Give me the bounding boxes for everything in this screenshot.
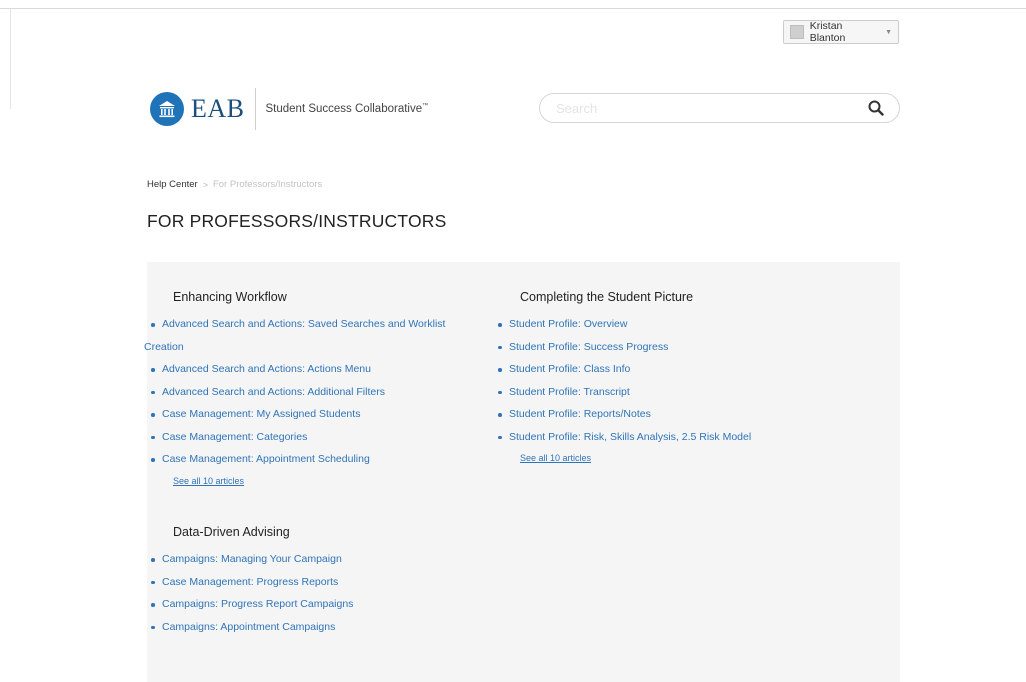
logo-divider [254,88,256,130]
see-all-articles-link[interactable]: See all 10 articles [520,453,591,463]
left-rule [10,9,11,109]
section-enhancing-workflow: Enhancing Workflow Advanced Search and A… [144,290,502,489]
article-list: Advanced Search and Actions: Saved Searc… [144,313,502,471]
article-link[interactable]: Case Management: Appointment Scheduling [151,448,502,471]
article-link[interactable]: Case Management: My Assigned Students [151,403,502,426]
article-list: Student Profile: Overview Student Profil… [498,313,849,448]
article-link[interactable]: Student Profile: Transcript [498,381,849,404]
breadcrumb: Help Center > For Professors/Instructors [147,179,322,190]
breadcrumb-home-link[interactable]: Help Center [147,179,198,190]
article-link[interactable]: Advanced Search and Actions: Saved Searc… [151,313,502,336]
eab-seal-icon [150,92,184,126]
section-title: Enhancing Workflow [173,290,287,304]
user-name: Kristan Blanton [809,20,846,44]
article-link[interactable]: Case Management: Progress Reports [151,571,502,594]
caret-down-icon: ▼ [885,28,892,36]
user-avatar-icon [790,25,804,39]
logo-tagline: Student Success Collaborative™ [265,103,429,115]
user-menu-button[interactable]: Kristan Blanton ▼ [783,20,899,44]
breadcrumb-separator: > [202,179,208,190]
article-link-continuation[interactable]: Creation [144,336,502,359]
search-input[interactable] [540,100,861,116]
article-link[interactable]: Student Profile: Risk, Skills Analysis, … [498,426,849,449]
section-title: Completing the Student Picture [520,290,694,304]
section-completing-student-picture: Completing the Student Picture Student P… [498,290,849,466]
article-list: Campaigns: Managing Your Campaign Case M… [151,548,502,638]
logo-wordmark: EAB [191,94,245,123]
page-title: FOR PROFESSORS/INSTRUCTORS [147,211,447,231]
search-box [539,93,900,123]
article-link[interactable]: Student Profile: Overview [498,313,849,336]
section-data-driven-advising: Data-Driven Advising Campaigns: Managing… [151,525,502,638]
article-link[interactable]: Advanced Search and Actions: Additional … [151,381,502,404]
article-link[interactable]: Student Profile: Reports/Notes [498,403,849,426]
article-link[interactable]: Student Profile: Success Progress [498,336,849,359]
article-link[interactable]: Case Management: Categories [151,426,502,449]
article-link[interactable]: Student Profile: Class Info [498,358,849,381]
see-all-articles-link[interactable]: See all 10 articles [173,476,244,486]
article-link[interactable]: Campaigns: Progress Report Campaigns [151,593,502,616]
top-rule [0,8,1026,9]
section-title: Data-Driven Advising [173,525,290,539]
article-link[interactable]: Advanced Search and Actions: Actions Men… [151,358,502,381]
eab-logo[interactable]: EAB Student Success Collaborative™ [150,88,429,130]
search-icon[interactable] [861,94,891,122]
article-link[interactable]: Campaigns: Managing Your Campaign [151,548,502,571]
trademark-symbol: ™ [422,103,429,110]
article-link[interactable]: Campaigns: Appointment Campaigns [151,616,502,639]
breadcrumb-current: For Professors/Instructors [212,179,323,190]
